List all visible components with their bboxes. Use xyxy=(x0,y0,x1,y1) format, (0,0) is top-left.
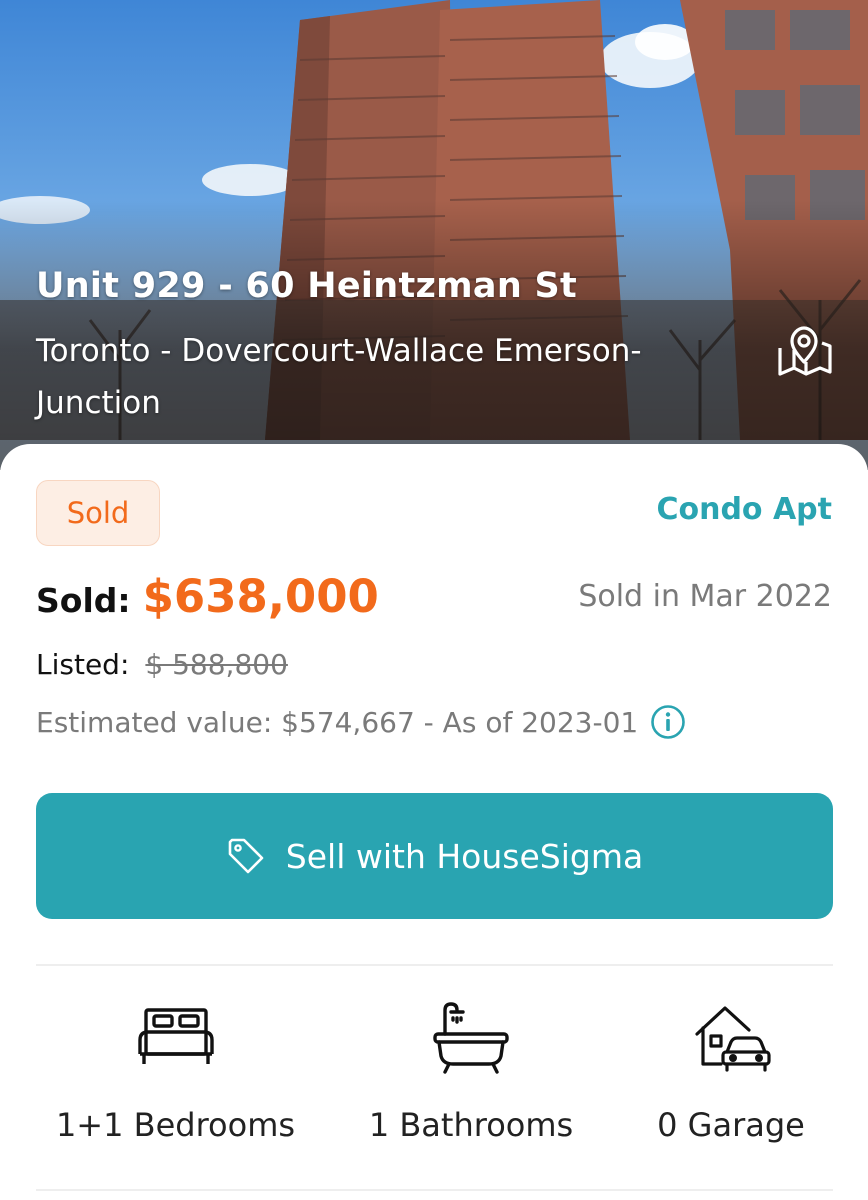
listing-title: Unit 929 - 60 Heintzman St xyxy=(36,266,578,306)
status-badge: Sold xyxy=(36,480,160,546)
map-icon[interactable] xyxy=(772,324,836,380)
property-type: Condo Apt xyxy=(656,492,832,527)
sold-date: Sold in Mar 2022 xyxy=(578,579,832,614)
bathrooms-label: 1 Bathrooms xyxy=(368,1106,574,1144)
info-icon[interactable] xyxy=(650,704,686,740)
listing-photo[interactable]: Unit 929 - 60 Heintzman St Toronto - Dov… xyxy=(0,0,868,470)
divider xyxy=(36,964,833,966)
divider xyxy=(36,1189,833,1191)
garage-icon xyxy=(695,1006,771,1072)
bed-icon xyxy=(137,1008,214,1064)
feature-bathrooms: 1 Bathrooms xyxy=(358,1000,584,1144)
estimated-value: Estimated value: $574,667 - As of 2023-0… xyxy=(36,705,639,739)
feature-garage: 0 Garage xyxy=(643,1000,819,1144)
estimated-value-row: Estimated value: $574,667 - As of 2023-0… xyxy=(36,704,686,740)
bathtub-icon xyxy=(433,1002,509,1074)
listed-price: $ 588,800 xyxy=(145,648,288,681)
listed-label: Listed: xyxy=(36,648,130,681)
sold-price: $638,000 xyxy=(142,570,379,623)
sold-price-row: Sold: $638,000 xyxy=(36,570,379,623)
listed-price-row: Listed: $ 588,800 xyxy=(36,648,288,681)
tag-icon xyxy=(228,838,264,874)
listing-location: Toronto - Dovercourt-Wallace Emerson-Jun… xyxy=(36,333,642,421)
sold-label: Sold: xyxy=(36,581,131,620)
garage-label: 0 Garage xyxy=(657,1106,805,1144)
sell-with-housesigma-button[interactable]: Sell with HouseSigma xyxy=(36,793,833,919)
sell-button-label: Sell with HouseSigma xyxy=(285,836,644,876)
bedrooms-label: 1+1 Bedrooms xyxy=(55,1106,296,1144)
feature-bedrooms: 1+1 Bedrooms xyxy=(53,1000,298,1144)
